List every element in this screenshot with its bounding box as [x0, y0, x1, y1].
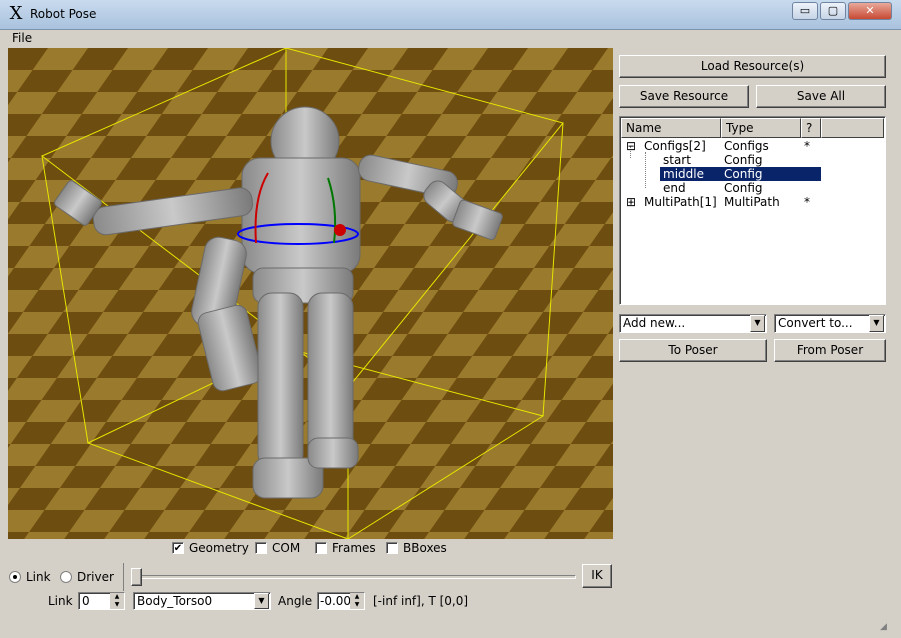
- tree-line: [645, 152, 646, 188]
- blank-column-header: [821, 118, 884, 138]
- 3d-viewport[interactable]: [8, 48, 613, 539]
- spin-arrows-icon[interactable]: ▲ ▼: [350, 593, 364, 609]
- link-name-dropdown[interactable]: Body_Torso0: [133, 592, 271, 610]
- from-poser-button[interactable]: From Poser: [774, 339, 886, 362]
- menu-bar: [0, 30, 901, 48]
- frames-label: Frames: [332, 541, 376, 555]
- tree-item-type: Config: [724, 153, 763, 167]
- geometry-checkbox[interactable]: ✔: [172, 542, 184, 554]
- app-logo-icon: X: [9, 3, 23, 24]
- close-button[interactable]: ✕: [848, 2, 892, 20]
- minimize-button[interactable]: ▭: [792, 2, 818, 20]
- tree-expander-expand-icon[interactable]: ⊞: [626, 195, 636, 209]
- bboxes-checkbox[interactable]: [386, 542, 398, 554]
- add-new-value: Add new...: [623, 316, 686, 330]
- ik-button[interactable]: IK: [582, 564, 612, 588]
- tree-expander-collapse-icon[interactable]: ⊟: [626, 139, 636, 153]
- angle-label: Angle: [278, 594, 313, 608]
- bboxes-label: BBoxes: [403, 541, 447, 555]
- chevron-down-icon[interactable]: ▼: [254, 593, 269, 609]
- link-radio-label: Link: [26, 570, 51, 584]
- frames-checkbox[interactable]: [315, 542, 327, 554]
- angle-slider-track[interactable]: [134, 575, 576, 579]
- link-field-label: Link: [48, 594, 73, 608]
- link-radio[interactable]: [9, 571, 21, 583]
- tree-item-configs[interactable]: Configs[2]: [644, 139, 706, 153]
- chevron-down-icon[interactable]: ▼: [869, 315, 884, 332]
- save-all-button[interactable]: Save All: [756, 85, 886, 108]
- link-index-value: 0: [82, 594, 90, 608]
- menu-file[interactable]: File: [12, 31, 32, 45]
- convert-to-value: Convert to...: [778, 316, 853, 330]
- type-column-header[interactable]: Type: [721, 118, 801, 138]
- tree-item-end[interactable]: end: [663, 181, 686, 195]
- tree-item-type: MultiPath: [724, 195, 780, 209]
- load-resources-button[interactable]: Load Resource(s): [619, 55, 886, 78]
- angle-slider-handle[interactable]: [131, 568, 142, 586]
- tree-item-middle[interactable]: middle: [663, 167, 704, 181]
- help-column-header[interactable]: ?: [801, 118, 821, 138]
- tree-item-type: Config: [724, 181, 763, 195]
- to-poser-button[interactable]: To Poser: [619, 339, 767, 362]
- driver-radio[interactable]: [60, 571, 72, 583]
- chevron-down-icon[interactable]: ▼: [750, 315, 765, 332]
- tree-item-type: Config: [724, 167, 763, 181]
- maximize-button[interactable]: ▢: [820, 2, 846, 20]
- tree-item-type: Configs: [724, 139, 769, 153]
- tree-item-flag: *: [804, 195, 810, 209]
- tree-item-flag: *: [804, 139, 810, 153]
- title-bar: [0, 0, 901, 30]
- com-label: COM: [272, 541, 301, 555]
- window-title: Robot Pose: [30, 7, 97, 21]
- spin-arrows-icon[interactable]: ▲ ▼: [110, 593, 124, 609]
- tree-item-multipath[interactable]: MultiPath[1]: [644, 195, 717, 209]
- add-new-dropdown[interactable]: Add new...: [619, 314, 767, 333]
- scene-render[interactable]: [8, 48, 613, 539]
- driver-radio-label: Driver: [77, 570, 114, 584]
- separator: [123, 563, 124, 591]
- geometry-label: Geometry: [189, 541, 249, 555]
- angle-value: -0.00: [320, 594, 352, 608]
- com-checkbox[interactable]: [255, 542, 267, 554]
- name-column-header[interactable]: Name: [621, 118, 721, 138]
- link-name-value: Body_Torso0: [137, 594, 213, 608]
- angle-range-text: [-inf inf], T [0,0]: [373, 594, 469, 608]
- resize-grip-icon[interactable]: ◢: [880, 622, 892, 634]
- save-resource-button[interactable]: Save Resource: [619, 85, 749, 108]
- tree-item-start[interactable]: start: [663, 153, 691, 167]
